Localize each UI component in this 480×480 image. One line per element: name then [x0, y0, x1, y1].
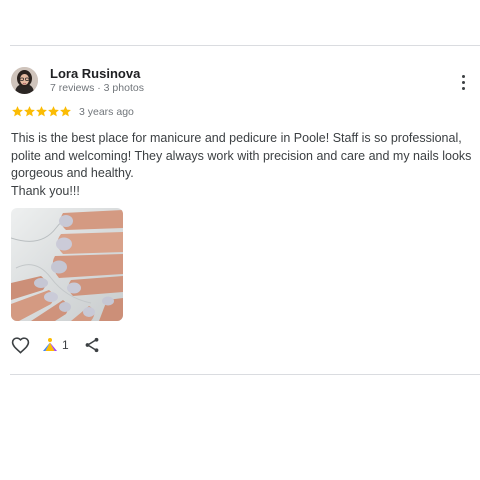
star-rating [11, 105, 71, 119]
more-vert-icon[interactable] [455, 72, 471, 92]
reviewer-name[interactable]: Lora Rusinova [50, 66, 140, 81]
review-photo[interactable] [11, 208, 123, 321]
top-divider [10, 45, 480, 46]
avatar[interactable] [11, 67, 38, 94]
share-icon[interactable] [83, 336, 101, 354]
reviewer-meta: 7 reviews · 3 photos [50, 82, 144, 94]
review-text: This is the best place for manicure and … [11, 131, 472, 198]
star-icon [60, 106, 71, 117]
helpful-count: 1 [62, 338, 69, 352]
heart-icon[interactable] [11, 336, 30, 355]
review-time: 3 years ago [79, 106, 134, 118]
helpful-icon[interactable] [42, 337, 58, 353]
bottom-divider [10, 374, 480, 375]
